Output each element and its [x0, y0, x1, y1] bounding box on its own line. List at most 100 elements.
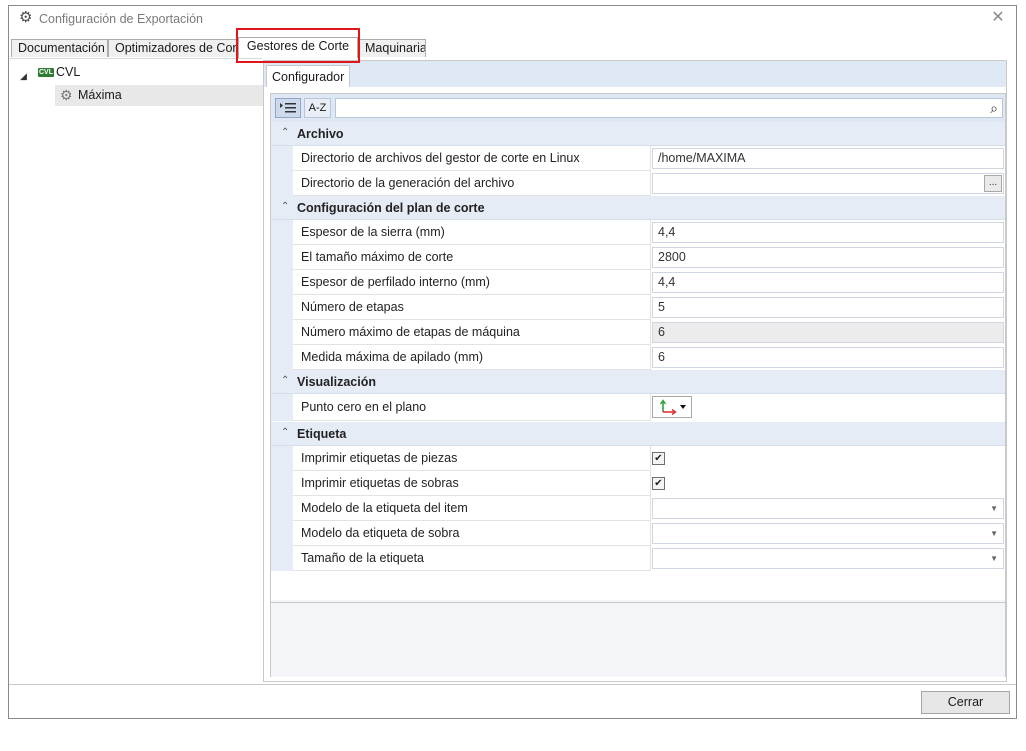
prop-row-punto-cero: Punto cero en el plano: [271, 394, 1005, 421]
row-gutter: [271, 446, 293, 471]
prop-name: Número de etapas: [293, 295, 651, 320]
prop-row-medida-apilado: Medida máxima de apilado (mm) 6: [271, 345, 1005, 370]
tree-item-cvl[interactable]: ◢ CVL CVL: [10, 62, 260, 82]
prop-row-dir-gen: Directorio de la generación del archivo …: [271, 171, 1005, 196]
property-list: ⌃ Archivo Directorio de archivos del ges…: [271, 122, 1005, 600]
row-gutter: [271, 496, 293, 521]
check-icon: ✔: [654, 478, 663, 489]
gear-icon: ⚙: [19, 9, 33, 26]
category-plan-corte[interactable]: ⌃ Configuración del plan de corte: [271, 196, 1005, 220]
sort-az-button[interactable]: A-Z: [304, 98, 331, 118]
category-archivo[interactable]: ⌃ Archivo: [271, 122, 1005, 146]
espesor-perfilado-input[interactable]: 4,4: [652, 272, 1004, 293]
tamano-etiqueta-select[interactable]: ▼: [652, 548, 1004, 569]
row-gutter: [271, 320, 293, 345]
category-visualizacion[interactable]: ⌃ Visualización: [271, 370, 1005, 394]
check-icon: ✔: [654, 453, 663, 464]
row-gutter: [271, 295, 293, 320]
imp-piezas-checkbox[interactable]: ✔: [652, 452, 665, 465]
close-icon[interactable]: ✕: [990, 10, 1006, 26]
prop-row-imp-piezas: Imprimir etiquetas de piezas ✔: [271, 446, 1005, 471]
num-max-etapas-value: 6: [652, 322, 1004, 343]
search-icon[interactable]: ⌕: [990, 100, 998, 117]
browse-button[interactable]: ...: [984, 175, 1002, 192]
chevron-up-icon[interactable]: ⌃: [281, 427, 289, 438]
prop-row-espesor-sierra: Espesor de la sierra (mm) 4,4: [271, 220, 1005, 245]
prop-name: Espesor de la sierra (mm): [293, 220, 651, 245]
tab-configurador[interactable]: Configurador: [266, 65, 351, 87]
category-label: Archivo: [297, 127, 344, 141]
row-gutter: [271, 245, 293, 270]
tree-item-maxima[interactable]: ⚙ Máxima: [55, 85, 263, 106]
close-button[interactable]: Cerrar: [921, 691, 1010, 714]
row-gutter: [271, 146, 293, 171]
dir-linux-input[interactable]: /home/MAXIMA: [652, 148, 1004, 169]
row-gutter: [271, 345, 293, 370]
property-grid: A-Z ⌕ ⌃ Archivo Directorio de archivos d…: [270, 93, 1006, 677]
window-title: Configuración de Exportación: [39, 12, 203, 26]
imp-sobras-checkbox[interactable]: ✔: [652, 477, 665, 490]
prop-name: Medida máxima de apilado (mm): [293, 345, 651, 370]
prop-name: Modelo de la etiqueta del item: [293, 496, 651, 521]
axis-origin-icon: [659, 399, 686, 416]
row-gutter: [271, 394, 293, 421]
chevron-up-icon[interactable]: ⌃: [281, 375, 289, 386]
row-gutter: [271, 546, 293, 571]
subtab-bar: [264, 61, 1006, 87]
main-tabstrip: Documentación Optimizadores de Corte Ges…: [11, 37, 1016, 58]
category-etiqueta[interactable]: ⌃ Etiqueta: [271, 422, 1005, 446]
chevron-down-icon: ▼: [990, 554, 998, 563]
chevron-down-icon: ▼: [990, 504, 998, 513]
medida-apilado-input[interactable]: 6: [652, 347, 1004, 368]
category-label: Visualización: [297, 375, 376, 389]
chevron-up-icon[interactable]: ⌃: [281, 201, 289, 212]
categorized-icon[interactable]: [275, 98, 301, 118]
prop-row-espesor-perfilado: Espesor de perfilado interno (mm) 4,4: [271, 270, 1005, 295]
tree-pane: ◢ CVL CVL ⚙ Máxima: [10, 58, 263, 686]
prop-row-modelo-item: Modelo de la etiqueta del item ▼: [271, 496, 1005, 521]
tab-gestores[interactable]: Gestores de Corte: [238, 37, 358, 58]
property-search-input[interactable]: ⌕: [335, 98, 1003, 118]
espesor-sierra-input[interactable]: 4,4: [652, 222, 1004, 243]
prop-name: Modelo da etiqueta de sobra: [293, 521, 651, 546]
config-pane: Configurador A-Z ⌕ ⌃ Archivo Directorio …: [263, 60, 1007, 682]
tree-item-label: Máxima: [78, 88, 122, 102]
property-toolbar: A-Z ⌕: [271, 94, 1005, 122]
modelo-sobra-select[interactable]: ▼: [652, 523, 1004, 544]
prop-name: El tamaño máximo de corte: [293, 245, 651, 270]
row-gutter: [271, 521, 293, 546]
punto-cero-dropdown[interactable]: [652, 396, 692, 418]
tab-maquinaria[interactable]: Maquinaria: [358, 39, 426, 57]
chevron-down-icon: ▼: [990, 529, 998, 538]
category-label: Configuración del plan de corte: [297, 201, 485, 215]
prop-row-modelo-sobra: Modelo da etiqueta de sobra ▼: [271, 521, 1005, 546]
tab-documentacion[interactable]: Documentación: [11, 39, 108, 57]
chevron-up-icon[interactable]: ⌃: [281, 127, 289, 138]
category-label: Etiqueta: [297, 427, 347, 441]
prop-name: Tamaño de la etiqueta: [293, 546, 651, 571]
dir-gen-input[interactable]: ...: [652, 173, 1004, 194]
modelo-item-select[interactable]: ▼: [652, 498, 1004, 519]
expand-icon[interactable]: ◢: [20, 66, 27, 86]
row-gutter: [271, 220, 293, 245]
prop-name: Imprimir etiquetas de piezas: [293, 446, 651, 471]
prop-name: Directorio de archivos del gestor de cor…: [293, 146, 651, 171]
prop-row-dir-linux: Directorio de archivos del gestor de cor…: [271, 146, 1005, 171]
cvl-icon: CVL: [38, 68, 54, 77]
prop-name: Número máximo de etapas de máquina: [293, 320, 651, 345]
prop-name: Punto cero en el plano: [293, 394, 651, 421]
title-bar: ⚙ Configuración de Exportación ✕: [9, 6, 1016, 34]
description-panel: [271, 602, 1005, 677]
prop-row-tamano-max: El tamaño máximo de corte 2800: [271, 245, 1005, 270]
tab-optimizadores[interactable]: Optimizadores de Corte: [108, 39, 238, 57]
num-etapas-input[interactable]: 5: [652, 297, 1004, 318]
tamano-max-input[interactable]: 2800: [652, 247, 1004, 268]
footer-divider: [9, 684, 1016, 685]
row-gutter: [271, 471, 293, 496]
prop-row-imp-sobras: Imprimir etiquetas de sobras ✔: [271, 471, 1005, 496]
prop-name: Imprimir etiquetas de sobras: [293, 471, 651, 496]
row-gutter: [271, 171, 293, 196]
prop-name: Directorio de la generación del archivo: [293, 171, 651, 196]
prop-row-num-max-etapas: Número máximo de etapas de máquina 6: [271, 320, 1005, 345]
gear-icon: ⚙: [60, 87, 73, 103]
